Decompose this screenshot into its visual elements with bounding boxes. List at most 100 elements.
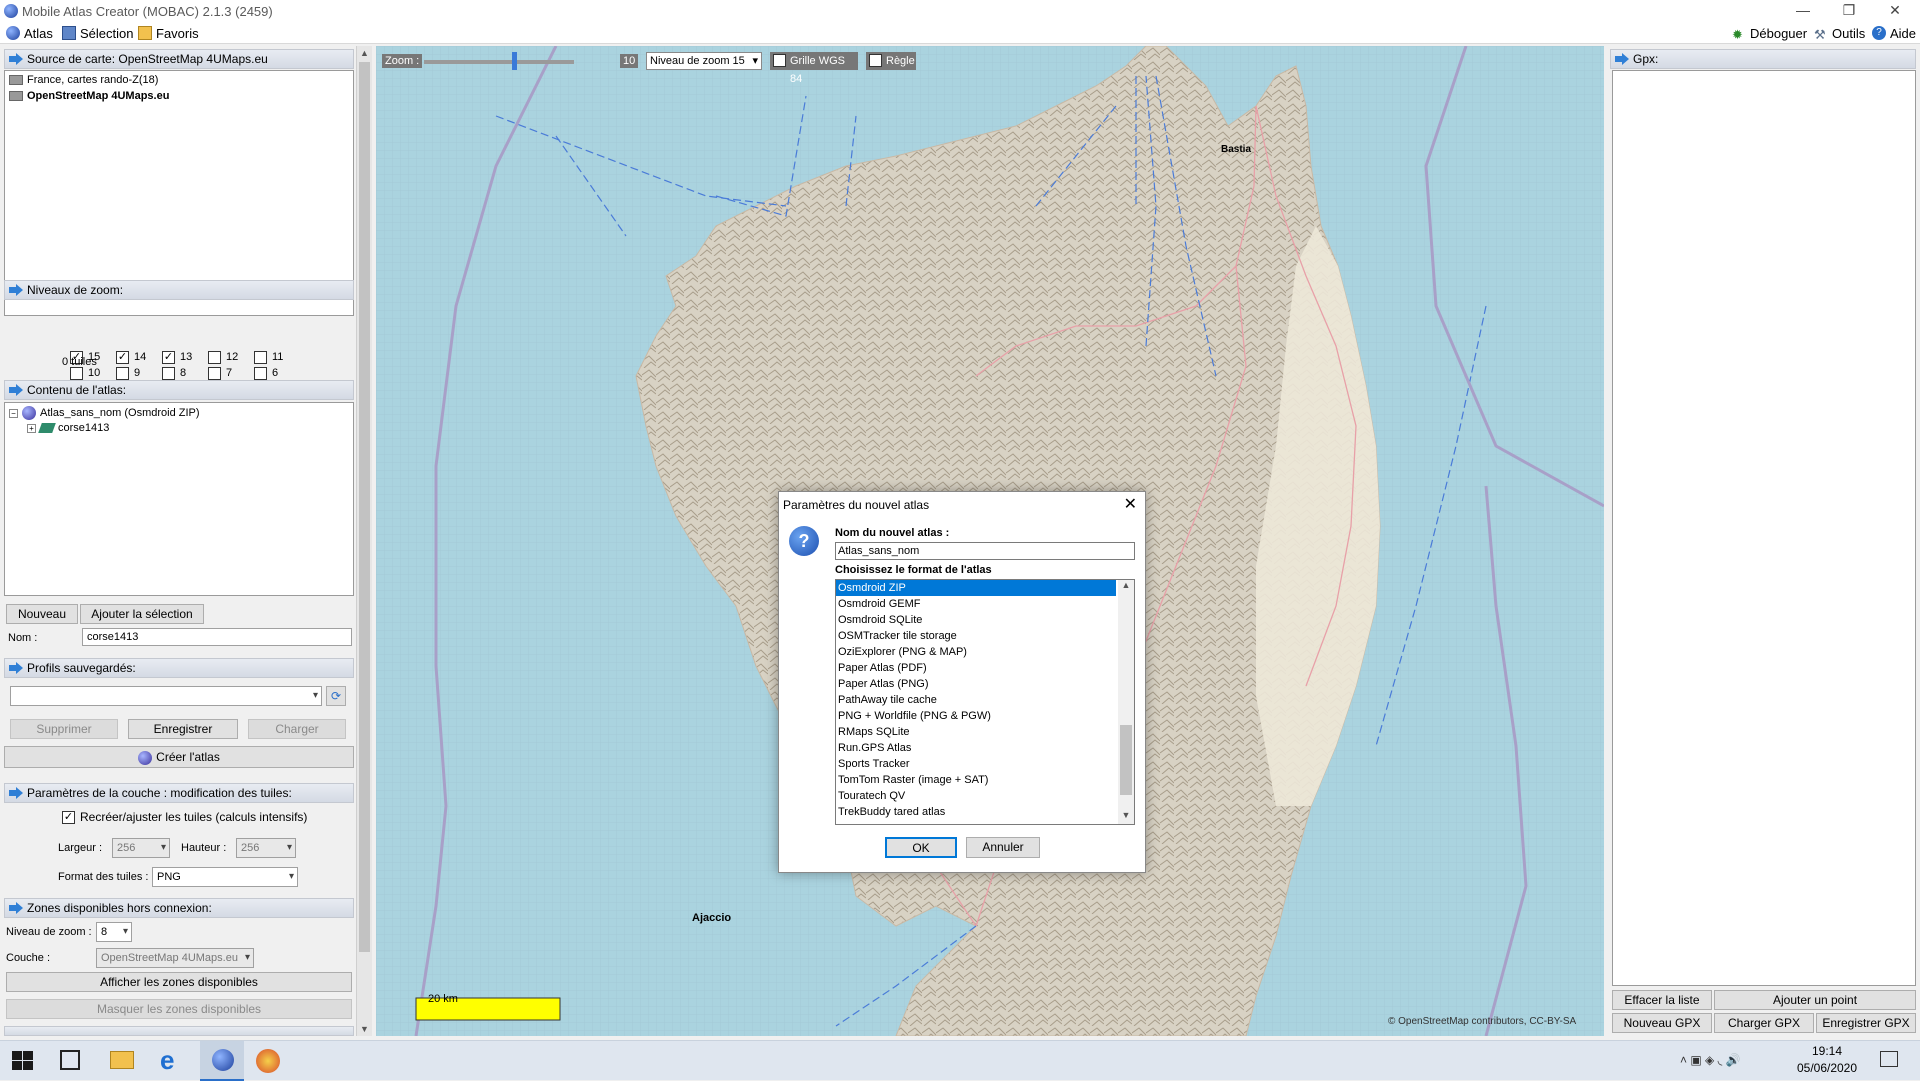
refresh-profiles-button[interactable]: ⟳: [326, 686, 346, 706]
menu-outils[interactable]: ⚒ Outils: [1812, 25, 1865, 42]
format-list-item[interactable]: PNG + Worldfile (PNG & PGW): [836, 708, 1116, 724]
offline-zoom-select[interactable]: 8 ▾: [96, 922, 132, 942]
load-profile-button[interactable]: Charger: [248, 719, 346, 739]
format-list-item[interactable]: Paper Atlas (PDF): [836, 660, 1116, 676]
format-list-item[interactable]: Osmdroid SQLite: [836, 612, 1116, 628]
mobac-taskbar-button[interactable]: [200, 1041, 244, 1081]
atlas-content-header-label: Contenu de l'atlas:: [27, 383, 127, 397]
height-value: 256: [241, 842, 260, 854]
format-list-item[interactable]: PathAway tile cache: [836, 692, 1116, 708]
zoom-level-checkbox[interactable]: ✓: [162, 351, 175, 364]
format-list[interactable]: Osmdroid ZIP Osmdroid GEMF Osmdroid SQLite…: [835, 579, 1135, 825]
save-gpx-button[interactable]: Enregistrer GPX: [1816, 1013, 1916, 1033]
zoom-level-combo[interactable]: Niveau de zoom 15 ▾: [646, 52, 762, 70]
save-profile-button[interactable]: Enregistrer: [128, 719, 238, 739]
show-zones-button[interactable]: Afficher les zones disponibles: [6, 972, 352, 992]
ruler-checkbox[interactable]: [869, 54, 882, 67]
zoom-level-checkbox[interactable]: [162, 367, 175, 380]
cancel-button[interactable]: Annuler: [966, 837, 1040, 858]
zoom-level-checkbox[interactable]: ✓: [116, 351, 129, 364]
list-item[interactable]: France, cartes rando-Z(18): [9, 74, 158, 86]
atlas-tree[interactable]: − Atlas_sans_nom (Osmdroid ZIP) + corse141…: [4, 402, 354, 596]
tile-format-select[interactable]: PNG ▾: [152, 867, 298, 887]
clock-time[interactable]: 19:14: [1792, 1044, 1862, 1058]
scrollbar-thumb[interactable]: [359, 62, 370, 952]
width-label: Largeur :: [58, 842, 103, 854]
zoom-level-checkbox[interactable]: [116, 367, 129, 380]
file-explorer-icon[interactable]: [110, 1051, 134, 1069]
list-item[interactable]: OpenStreetMap 4UMaps.eu: [9, 90, 169, 102]
format-list-item[interactable]: TomTom Raster (image + SAT): [836, 772, 1116, 788]
new-atlas-button[interactable]: Nouveau: [6, 604, 78, 624]
layer-params-header-label: Paramètres de la couche : modification d…: [27, 786, 292, 800]
zoom-level-checkbox[interactable]: [70, 367, 83, 380]
profiles-select[interactable]: ▾: [10, 686, 322, 706]
format-list-item[interactable]: Touratech QV: [836, 788, 1116, 804]
zoom-level-checkbox[interactable]: [254, 351, 267, 364]
width-select[interactable]: 256 ▾: [112, 838, 170, 858]
scroll-up-icon[interactable]: ▲: [357, 46, 372, 60]
app-icon[interactable]: [256, 1049, 280, 1073]
clear-list-button[interactable]: Effacer la liste: [1612, 990, 1712, 1010]
format-list-item[interactable]: Sports Tracker: [836, 756, 1116, 772]
menu-favoris[interactable]: Favoris: [136, 25, 199, 42]
zoom-slider-thumb[interactable]: [512, 52, 517, 70]
scroll-down-icon[interactable]: ▼: [357, 1022, 372, 1036]
zoom-level-checkbox[interactable]: [208, 351, 221, 364]
wgs-grid-checkbox[interactable]: [773, 54, 786, 67]
ruler-toggle[interactable]: Règle: [866, 52, 916, 70]
left-panel-scrollbar[interactable]: ▲ ▼: [356, 46, 372, 1036]
edge-browser-icon[interactable]: e: [160, 1047, 174, 1073]
load-gpx-button[interactable]: Charger GPX: [1714, 1013, 1814, 1033]
create-atlas-button[interactable]: Créer l'atlas: [4, 746, 354, 768]
scroll-down-icon[interactable]: ▼: [1118, 810, 1134, 824]
notification-icon[interactable]: [1880, 1051, 1898, 1067]
menu-favoris-label: Favoris: [156, 26, 199, 41]
format-list-item[interactable]: RMaps SQLite: [836, 724, 1116, 740]
menu-selection[interactable]: Sélection: [60, 25, 133, 42]
recreate-tiles-checkbox[interactable]: ✓: [62, 811, 75, 824]
dialog-close-icon[interactable]: ✕: [1124, 494, 1137, 514]
format-list-item[interactable]: Paper Atlas (PNG): [836, 676, 1116, 692]
gpx-list[interactable]: [1612, 70, 1916, 986]
expand-icon[interactable]: +: [27, 424, 36, 433]
atlas-name-field[interactable]: corse1413: [82, 628, 352, 646]
format-list-item[interactable]: TrekBuddy tared atlas: [836, 804, 1116, 820]
tray-icons[interactable]: ˄ ▣ ◈ ◟ 🔊: [1680, 1053, 1741, 1067]
windows-start-icon[interactable]: [12, 1051, 34, 1071]
new-gpx-button[interactable]: Nouveau GPX: [1612, 1013, 1712, 1033]
format-list-scrollbar[interactable]: ▲ ▼: [1118, 580, 1134, 824]
add-selection-button[interactable]: Ajouter la sélection: [80, 604, 204, 624]
collapse-icon[interactable]: −: [9, 408, 18, 418]
zoom-level-checkbox[interactable]: [208, 367, 221, 380]
format-list-item[interactable]: Run.GPS Atlas: [836, 740, 1116, 756]
close-button[interactable]: ✕: [1872, 0, 1918, 22]
zoom-level-checkbox[interactable]: [254, 367, 267, 380]
delete-profile-button[interactable]: Supprimer: [10, 719, 118, 739]
menu-atlas[interactable]: Atlas: [4, 25, 53, 42]
wgs-grid-toggle[interactable]: Grille WGS 84: [770, 52, 858, 85]
format-list-item[interactable]: Osmdroid ZIP: [836, 580, 1116, 596]
atlas-root-node[interactable]: − Atlas_sans_nom (Osmdroid ZIP): [9, 406, 200, 420]
menu-deboguer[interactable]: ✹ Déboguer: [1730, 25, 1807, 42]
add-point-button[interactable]: Ajouter un point: [1714, 990, 1916, 1010]
ok-button[interactable]: OK: [885, 837, 957, 858]
format-list-item[interactable]: OziExplorer (PNG & MAP): [836, 644, 1116, 660]
folder-icon: [138, 26, 152, 40]
minimize-button[interactable]: —: [1780, 0, 1826, 22]
atlas-name-input[interactable]: Atlas_sans_nom: [835, 542, 1135, 560]
scrollbar-thumb[interactable]: [1120, 725, 1132, 795]
format-list-item[interactable]: Osmdroid GEMF: [836, 596, 1116, 612]
scroll-up-icon[interactable]: ▲: [1118, 580, 1134, 594]
zoom-slider-track[interactable]: [424, 60, 574, 64]
maximize-button[interactable]: ❐: [1826, 0, 1872, 22]
offline-layer-select[interactable]: OpenStreetMap 4UMaps.eu ▾: [96, 948, 254, 968]
new-atlas-dialog: Paramètres du nouvel atlas ✕ ? Nom du no…: [778, 491, 1146, 873]
format-list-item[interactable]: OSMTracker tile storage: [836, 628, 1116, 644]
task-view-icon[interactable]: [60, 1050, 80, 1070]
hide-zones-button[interactable]: Masquer les zones disponibles: [6, 999, 352, 1019]
clock-date[interactable]: 05/06/2020: [1792, 1061, 1862, 1075]
menu-aide[interactable]: ? Aide: [1870, 25, 1916, 42]
atlas-child-node[interactable]: + corse1413: [27, 422, 109, 434]
height-select[interactable]: 256 ▾: [236, 838, 296, 858]
